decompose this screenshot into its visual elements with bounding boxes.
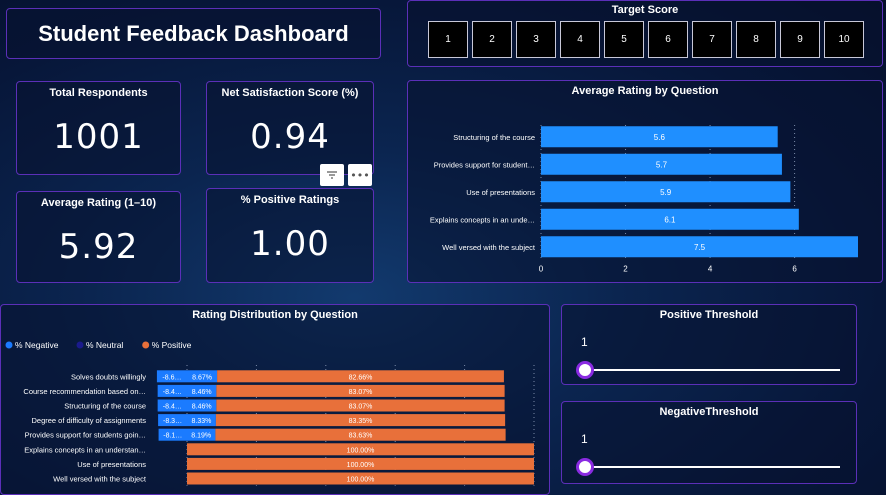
- kpi-card-average-rating: Average Rating (1–10) 5.92: [16, 191, 181, 283]
- rating-distribution-chart-card: Rating Distribution by Question % Negati…: [0, 304, 550, 495]
- x-tick-label: 6: [792, 265, 797, 274]
- kpi-value: 1.00: [250, 224, 330, 264]
- x-tick-label: 2: [623, 265, 628, 274]
- data-label: 83.35%: [349, 418, 373, 425]
- target-score-option-8[interactable]: 8: [736, 21, 776, 58]
- slicer-title: Positive Threshold: [659, 309, 759, 321]
- legend-label[interactable]: % Neutral: [86, 340, 123, 350]
- kpi-card-positive-ratings: % Positive Ratings 1.00: [206, 188, 374, 283]
- slider-track[interactable]: [584, 369, 840, 371]
- average-rating-bar-chart: 0 2 4 6 Structuring of the course 5.6 Provides…: [430, 125, 858, 274]
- more-options-label: •••: [350, 168, 370, 182]
- visual-header-tools: •••: [320, 164, 372, 186]
- category-label: Well versed with the subject: [442, 243, 536, 252]
- slider-handle[interactable]: [576, 458, 594, 476]
- kpi-label: Total Respondents: [49, 87, 148, 99]
- data-label: 83.07%: [349, 404, 373, 411]
- data-label: 5.7: [656, 160, 668, 169]
- category-label: Explains concepts in an unde…: [430, 215, 535, 224]
- data-label: 8.46%: [192, 404, 212, 411]
- target-score-option-5[interactable]: 5: [604, 21, 644, 58]
- category-label: Use of presentations: [77, 460, 146, 469]
- dashboard-title: Student Feedback Dashboard: [38, 20, 349, 46]
- category-label: Well versed with the subject: [53, 475, 147, 484]
- target-score-option-3[interactable]: 3: [516, 21, 556, 58]
- slicer-title: NegativeThreshold: [659, 406, 759, 418]
- data-label: 82.66%: [349, 374, 373, 381]
- x-tick-label: 4: [708, 265, 713, 274]
- x-tick-label: 80%: [457, 489, 472, 491]
- data-label: 83.07%: [349, 389, 373, 396]
- category-label: Structuring of the course: [453, 133, 535, 142]
- data-label: -8.6…: [162, 374, 181, 381]
- data-label: -8.4…: [163, 404, 182, 411]
- target-score-option-7[interactable]: 7: [692, 21, 732, 58]
- kpi-label: Average Rating (1–10): [40, 197, 157, 209]
- x-tick-label: 0%: [182, 489, 193, 491]
- threshold-value: 1: [581, 432, 588, 446]
- target-score-option-1[interactable]: 1: [428, 21, 468, 58]
- data-label: -8.1…: [163, 433, 182, 440]
- category-label: Explains concepts in an understan…: [24, 445, 146, 454]
- legend-marker: [76, 341, 84, 349]
- target-score-option-10[interactable]: 10: [824, 21, 864, 58]
- negative-threshold-slicer: NegativeThreshold 1: [561, 401, 857, 484]
- chart-title: Rating Distribution by Question: [192, 309, 358, 321]
- target-score-option-9[interactable]: 9: [780, 21, 820, 58]
- more-options-icon[interactable]: •••: [348, 164, 372, 186]
- legend-label[interactable]: % Negative: [15, 340, 59, 350]
- average-rating-chart-card: Average Rating by Question 0 2 4 6 Structuri…: [407, 80, 883, 283]
- category-label: Degree of difficulty of assignments: [31, 416, 146, 425]
- x-tick-label: 100%: [524, 489, 544, 491]
- data-label: 83.63%: [349, 433, 373, 440]
- legend-label[interactable]: % Positive: [152, 340, 192, 350]
- target-score-option-6[interactable]: 6: [648, 21, 688, 58]
- category-label: Structuring of the course: [64, 402, 146, 411]
- target-score-option-4[interactable]: 4: [560, 21, 600, 58]
- category-label: Course recommendation based on…: [23, 387, 146, 396]
- data-label: 8.19%: [191, 433, 211, 440]
- data-label: -8.4…: [163, 389, 182, 396]
- data-label: 100.00%: [347, 447, 375, 454]
- positive-threshold-slicer: Positive Threshold 1: [561, 304, 857, 385]
- kpi-card-total-respondents: Total Respondents 1001: [16, 81, 181, 175]
- rating-distribution-chart: % Negative % Neutral % Positive 0% 20% 40% 60%…: [5, 340, 544, 495]
- data-label: 5.6: [654, 133, 666, 142]
- data-label: 8.46%: [192, 389, 212, 396]
- data-label: 6.1: [664, 215, 676, 224]
- data-label: 8.33%: [192, 418, 212, 425]
- category-label: Use of presentations: [466, 188, 535, 197]
- kpi-label: Net Satisfaction Score (%): [221, 87, 359, 99]
- target-score-options: 1 2 3 4 5 6 7 8 9 10: [428, 21, 864, 58]
- legend-marker: [142, 341, 150, 349]
- legend-marker: [5, 341, 13, 349]
- category-label: Provides support for student…: [434, 160, 535, 169]
- x-tick-label: 40%: [318, 489, 333, 491]
- kpi-value: 0.94: [250, 117, 330, 157]
- filter-icon[interactable]: [320, 164, 344, 186]
- data-label: 100.00%: [347, 477, 375, 484]
- x-tick-label: 20%: [249, 489, 264, 491]
- kpi-value: 5.92: [58, 227, 139, 267]
- kpi-card-net-satisfaction: Net Satisfaction Score (%) 0.94: [206, 81, 374, 175]
- kpi-value: 1001: [53, 117, 144, 157]
- data-label: -8.3…: [163, 418, 182, 425]
- target-score-slicer: Target Score 1 2 3 4 5 6 7 8 9 10: [407, 0, 883, 67]
- threshold-value: 1: [581, 335, 588, 349]
- slicer-title: Target Score: [611, 4, 679, 16]
- target-score-option-2[interactable]: 2: [472, 21, 512, 58]
- slider-track[interactable]: [584, 466, 840, 468]
- kpi-label: % Positive Ratings: [240, 194, 340, 206]
- slider-handle[interactable]: [576, 361, 594, 379]
- category-label: Solves doubts willingly: [71, 372, 146, 381]
- data-label: 8.67%: [192, 374, 212, 381]
- x-tick-label: 60%: [388, 489, 403, 491]
- chart-title: Average Rating by Question: [571, 85, 719, 97]
- category-label: Provides support for students goin…: [25, 431, 146, 440]
- dashboard-title-card: Student Feedback Dashboard: [6, 8, 381, 59]
- data-label: 7.5: [694, 243, 706, 252]
- x-tick-label: 0: [539, 265, 544, 274]
- data-label: 100.00%: [347, 462, 375, 469]
- data-label: 5.9: [660, 188, 672, 197]
